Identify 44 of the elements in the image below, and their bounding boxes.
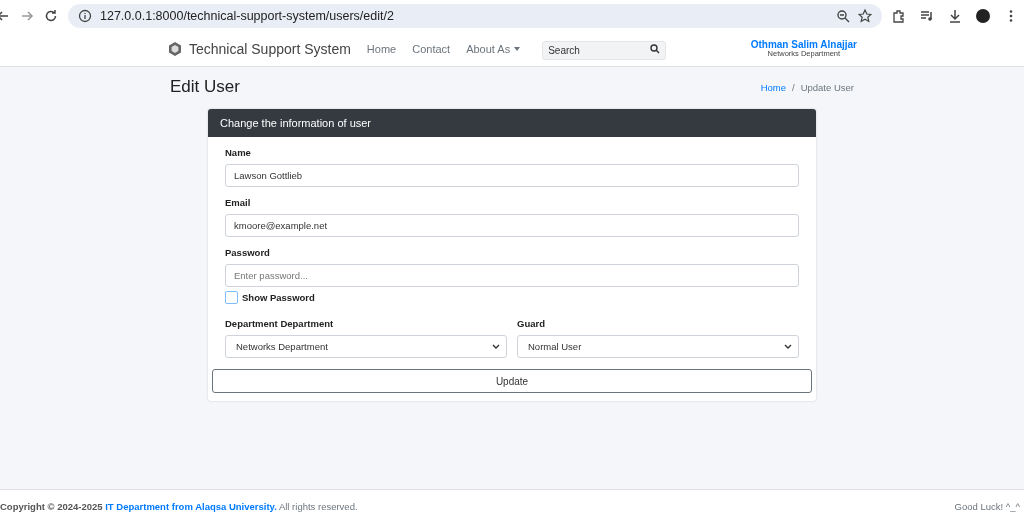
checkbox-label: Show Password — [242, 292, 315, 303]
input-field[interactable]: Enter password... — [225, 264, 799, 287]
input-field[interactable]: kmoore@example.net — [225, 214, 799, 237]
update-button[interactable]: Update — [212, 369, 812, 393]
copyright-text: Copyright © 2024-2025 IT Department from Alaqsa University. All rights reserved. — [0, 501, 358, 512]
avatar-icon[interactable] — [976, 9, 990, 23]
search-icon[interactable] — [650, 43, 661, 54]
forward-icon[interactable] — [20, 9, 34, 23]
dropdown-link[interactable]: About As — [458, 43, 529, 55]
playlist-icon[interactable] — [920, 9, 934, 23]
university-link[interactable]: IT Department from Alaqsa University. — [105, 501, 277, 512]
select-field[interactable]: Networks Department — [225, 335, 507, 358]
input-field[interactable]: Lawson Gottlieb — [225, 164, 799, 187]
brand-name[interactable]: Technical Support System — [189, 41, 351, 57]
breadcrumb-separator: / — [792, 81, 795, 93]
chevron-icon — [492, 344, 500, 349]
field-label: Guard — [517, 318, 546, 329]
search-field[interactable]: Search — [542, 40, 667, 60]
star-icon[interactable] — [858, 9, 872, 23]
footer-note: Good Luck! ^_^ — [954, 501, 1020, 512]
address-bar[interactable]: 127.0.0.1:8000/technical-support-system/users/edit/2 — [68, 4, 882, 28]
user-name[interactable]: Othman Salim Alnajjar — [750, 39, 857, 51]
field-label: Name — [225, 147, 252, 158]
reload-icon[interactable] — [44, 9, 58, 23]
chevron-icon — [784, 344, 792, 349]
checkbox[interactable] — [225, 291, 238, 304]
page-title: Edit User — [170, 77, 240, 97]
breadcrumb-current: Update User — [800, 81, 854, 93]
nav-link[interactable]: Home — [358, 43, 405, 55]
download-icon[interactable] — [948, 9, 962, 23]
url-text: 127.0.0.1:8000/technical-support-system/users/edit/2 — [100, 9, 395, 23]
breadcrumb-link[interactable]: Home — [760, 81, 786, 93]
nav-link[interactable]: Contact — [404, 43, 459, 55]
puzzle-icon[interactable] — [892, 9, 906, 23]
field-label: Email — [225, 197, 252, 208]
back-icon[interactable] — [0, 9, 10, 23]
hexagon-logo-icon — [167, 41, 183, 57]
field-label: Password — [225, 247, 271, 258]
select-field[interactable]: Normal User — [517, 335, 799, 358]
card-header: Change the information of user — [208, 109, 816, 137]
zoom-icon[interactable] — [836, 9, 850, 23]
caret-icon — [514, 47, 521, 51]
field-label: Department Department — [225, 318, 335, 329]
info-icon[interactable] — [78, 9, 92, 23]
